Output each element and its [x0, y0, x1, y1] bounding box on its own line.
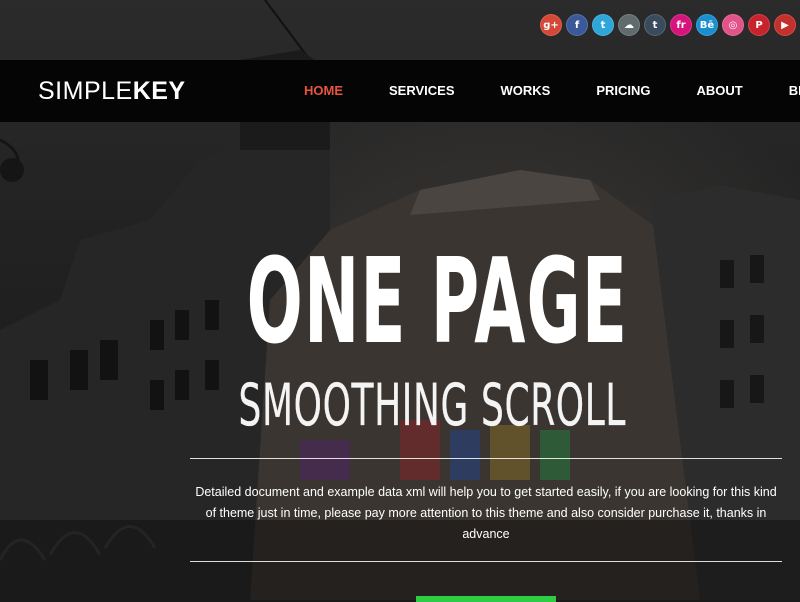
nav-menu: HOME SERVICES WORKS PRICING ABOUT BLOG — [304, 83, 800, 98]
nav-item-home[interactable]: HOME — [304, 83, 343, 98]
nav-item-works[interactable]: WORKS — [501, 83, 551, 98]
social-links-bar: g+ f t ☁ t fr Bē ◎ P ▶ — [540, 12, 796, 38]
hero-divider-top — [190, 458, 782, 459]
logo-text-bold: KEY — [132, 77, 186, 105]
youtube-icon[interactable]: ▶ — [774, 14, 796, 36]
google-plus-icon[interactable]: g+ — [540, 14, 562, 36]
twitter-icon[interactable]: t — [592, 14, 614, 36]
hero-subtitle: SMOOTHING SCROLL — [238, 371, 627, 439]
site-logo[interactable]: SIMPLEKEY — [38, 77, 186, 106]
hero-title: ONE PAGE — [246, 232, 629, 370]
behance-icon[interactable]: Bē — [696, 14, 718, 36]
pinterest-icon[interactable]: P — [748, 14, 770, 36]
nav-item-services[interactable]: SERVICES — [389, 83, 455, 98]
main-navbar: SIMPLEKEY HOME SERVICES WORKS PRICING ABOUT B… — [0, 60, 800, 122]
nav-item-pricing[interactable]: PRICING — [596, 83, 650, 98]
nav-item-about[interactable]: ABOUT — [697, 83, 743, 98]
dribbble-icon[interactable]: ◎ — [722, 14, 744, 36]
flickr-icon[interactable]: fr — [670, 14, 692, 36]
nav-item-blog[interactable]: BLOG — [789, 83, 800, 98]
hero-description: Detailed document and example data xml w… — [195, 485, 777, 541]
hero-divider-bottom — [190, 561, 782, 562]
cloud-icon[interactable]: ☁ — [618, 14, 640, 36]
tumblr-icon[interactable]: t — [644, 14, 666, 36]
cta-button[interactable] — [416, 596, 556, 602]
logo-text-thin: SIMPLE — [38, 77, 133, 105]
facebook-icon[interactable]: f — [566, 14, 588, 36]
